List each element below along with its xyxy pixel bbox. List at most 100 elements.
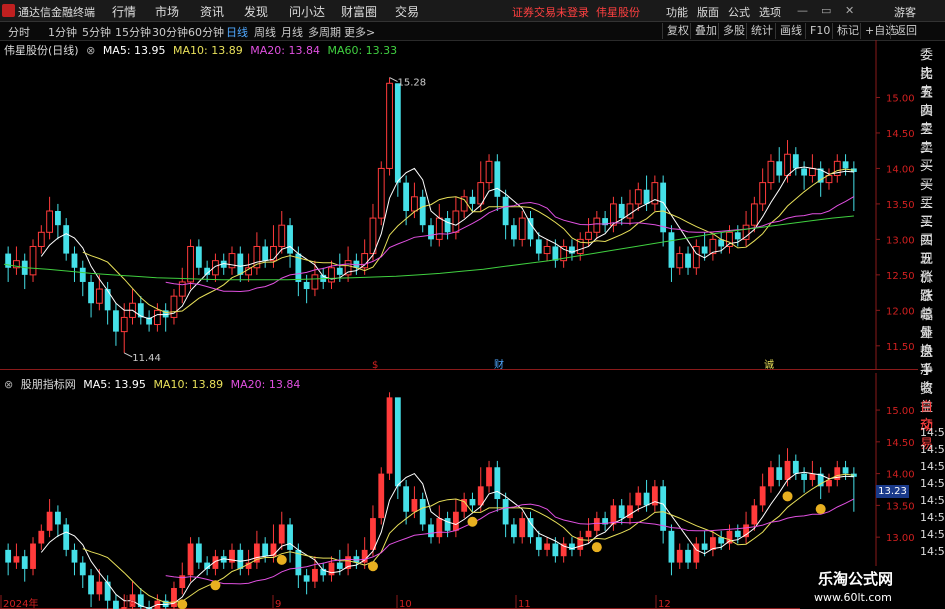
candle-body	[552, 543, 559, 557]
period-tab-monthly[interactable]: 月线	[281, 24, 303, 40]
candle-body	[287, 524, 293, 550]
candle-body	[552, 246, 559, 261]
watermark: 乐淘公式网 www.60lt.com	[800, 566, 945, 609]
period-tab-30min[interactable]: 30分钟	[152, 24, 188, 40]
high-price-label: 15.28	[398, 78, 427, 89]
restore-rights-button[interactable]: 复权	[662, 23, 689, 39]
candle-body	[660, 182, 667, 233]
statistics-button[interactable]: 统计	[746, 23, 773, 39]
candle-body	[635, 492, 642, 506]
candle-body	[527, 518, 534, 538]
x-axis-label: 2024年	[3, 597, 38, 609]
close-icon[interactable]: ✕	[845, 4, 854, 17]
candle-body	[79, 267, 86, 282]
candle-body	[370, 518, 376, 550]
overlay-button[interactable]: 叠加	[690, 23, 717, 39]
menu-formula[interactable]: 公式	[728, 4, 750, 20]
candle-body	[767, 160, 775, 184]
candle-body	[428, 524, 434, 538]
candle-body	[171, 588, 177, 608]
candle-body	[378, 473, 385, 519]
minimize-icon[interactable]: —	[797, 4, 808, 17]
draw-line-button[interactable]: 画线	[775, 23, 802, 39]
menu-ask[interactable]: 问小达	[289, 3, 325, 20]
period-tab-60min[interactable]: 60分钟	[188, 24, 224, 40]
menu-wealth[interactable]: 财富圈	[341, 3, 377, 20]
candle-body	[386, 397, 393, 474]
mark-button[interactable]: 标记	[832, 23, 859, 39]
period-tab-daily[interactable]: 日线	[226, 24, 248, 40]
x-axis-label: 9	[275, 599, 281, 609]
candle-body	[37, 231, 45, 247]
candle-body	[750, 203, 758, 226]
menu-trade[interactable]: 交易	[395, 3, 419, 20]
event-mark-label: 财	[494, 358, 504, 370]
candle-body	[5, 549, 12, 563]
candle-body	[195, 246, 202, 268]
menu-market[interactable]: 市场	[155, 3, 179, 20]
candle-body	[436, 518, 443, 538]
candle-body	[95, 288, 103, 304]
candle-body	[104, 289, 111, 311]
side-time-item: 14:56	[920, 460, 945, 473]
axis-tick-label: 13.00	[886, 533, 915, 544]
candle-body	[743, 524, 749, 538]
login-status[interactable]: 证券交易未登录 伟星股份	[512, 4, 640, 20]
menu-function[interactable]: 功能	[666, 4, 688, 20]
candle-body	[494, 161, 501, 197]
candle-body	[593, 217, 601, 233]
candle-body	[486, 467, 492, 487]
axis-tick-label: 14.00	[886, 164, 915, 175]
candle-body	[527, 218, 534, 240]
sub-indicator-chart[interactable]: 15.0014.5014.0013.5013.0012.502024年89101…	[0, 373, 918, 609]
candle-body	[560, 543, 567, 557]
app-logo-icon	[2, 4, 15, 17]
current-price-tag: 13.23	[876, 485, 909, 498]
candle-body	[784, 153, 791, 177]
candle-body	[776, 467, 783, 480]
candle-body	[104, 581, 111, 601]
period-tab-5min[interactable]: 5分钟	[82, 24, 111, 40]
candle-body	[477, 182, 485, 205]
period-tab-intraday[interactable]: 分时	[8, 24, 30, 40]
period-tab-multi[interactable]: 多周期	[308, 24, 341, 40]
candle-body	[801, 168, 808, 176]
candle-body	[345, 556, 351, 569]
f10-button[interactable]: F10	[805, 23, 830, 39]
candle-body	[88, 575, 94, 595]
x-axis-label: 12	[658, 599, 671, 609]
candle-body	[21, 556, 28, 569]
candle-body	[170, 295, 178, 318]
menu-layout[interactable]: 版面	[697, 4, 719, 20]
candle-body	[469, 196, 476, 204]
candle-body	[237, 253, 244, 275]
menu-quotes[interactable]: 行情	[112, 3, 136, 20]
candle-body	[187, 245, 194, 283]
candle-body	[428, 225, 434, 240]
candle-body	[113, 600, 119, 609]
back-button[interactable]: 返回	[890, 23, 917, 39]
menu-options[interactable]: 选项	[759, 4, 781, 20]
candle-body	[419, 196, 426, 226]
multi-stock-button[interactable]: 多股	[718, 23, 745, 39]
guest-user[interactable]: 游客	[894, 4, 916, 20]
candle-body	[38, 530, 45, 544]
restore-icon[interactable]: ▭	[821, 4, 831, 17]
period-tab-weekly[interactable]: 周线	[254, 24, 276, 40]
high-marker-line	[389, 77, 398, 83]
period-tab-15min[interactable]: 15分钟	[115, 24, 151, 40]
candle-body	[842, 467, 849, 474]
candle-body	[344, 260, 352, 276]
menu-discover[interactable]: 发现	[244, 3, 268, 20]
candle-body	[469, 499, 476, 506]
side-time-item: 14:56	[920, 494, 945, 507]
candle-body	[403, 182, 410, 211]
period-tab-1min[interactable]: 1分钟	[48, 24, 77, 40]
menu-news[interactable]: 资讯	[200, 3, 224, 20]
period-tab-more[interactable]: 更多>	[344, 24, 375, 40]
main-candlestick-chart[interactable]: 15.00 14.50 14.00 13.50 13.00 12.50 12.00 11.50…	[0, 40, 918, 370]
money-bag-icon	[591, 542, 602, 553]
event-mark-label: 诚	[764, 359, 774, 370]
candle-body	[618, 203, 625, 219]
money-bag-icon	[367, 561, 378, 572]
